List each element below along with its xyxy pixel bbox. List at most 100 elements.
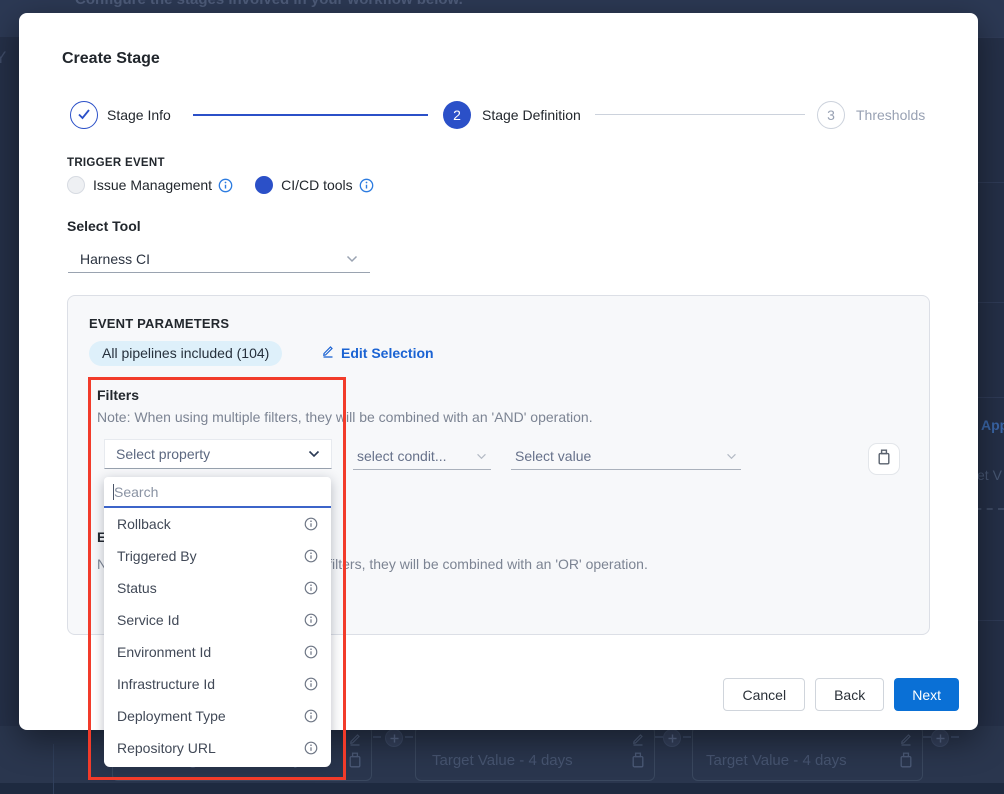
filter-value-select[interactable]: Select value xyxy=(511,443,741,470)
tool-select[interactable]: Harness CI xyxy=(68,246,370,273)
back-button[interactable]: Back xyxy=(815,678,884,711)
background-stage-card: Target Value - 4 days xyxy=(692,726,923,781)
plus-icon xyxy=(385,729,403,747)
info-icon[interactable] xyxy=(304,709,318,723)
tool-select-value: Harness CI xyxy=(80,251,150,267)
info-icon[interactable] xyxy=(304,581,318,595)
radio-issue-management-label[interactable]: Issue Management xyxy=(93,177,212,193)
chevron-down-icon xyxy=(346,255,358,263)
edit-icon xyxy=(899,732,913,751)
pipelines-included-badge: All pipelines included (104) xyxy=(89,341,282,366)
filter-property-placeholder: Select property xyxy=(116,446,210,462)
dropdown-option-deployment-type[interactable]: Deployment Type xyxy=(104,700,331,732)
background-card-label: Target Value - 4 days xyxy=(706,752,847,769)
select-tool-label: Select Tool xyxy=(67,218,141,234)
info-icon[interactable] xyxy=(304,517,318,531)
background-dash xyxy=(923,736,931,738)
radio-issue-management[interactable] xyxy=(67,176,85,194)
chevron-down-icon xyxy=(308,450,320,458)
info-icon[interactable] xyxy=(359,178,374,193)
step-thresholds-label[interactable]: Thresholds xyxy=(856,107,925,123)
dropdown-search-input[interactable] xyxy=(114,484,322,500)
trash-icon xyxy=(899,752,913,773)
filter-condition-placeholder: select condit... xyxy=(357,448,447,464)
step-stage-info-indicator[interactable] xyxy=(70,101,98,129)
next-button[interactable]: Next xyxy=(894,678,959,711)
check-icon xyxy=(77,107,91,123)
info-icon[interactable] xyxy=(304,613,318,627)
dropdown-option-environment-id[interactable]: Environment Id xyxy=(104,636,331,668)
background-divider xyxy=(978,302,1004,303)
step-stage-info-label[interactable]: Stage Info xyxy=(107,107,171,123)
edit-icon xyxy=(631,732,645,751)
background-bottom-band xyxy=(0,783,1004,794)
dropdown-option-service-id[interactable]: Service Id xyxy=(104,604,331,636)
dropdown-option-label: Rollback xyxy=(117,516,171,532)
dropdown-option-label: Status xyxy=(117,580,157,596)
dropdown-option-rollback[interactable]: Rollback xyxy=(104,508,331,540)
background-divider xyxy=(978,397,1004,398)
dropdown-option-label: Infrastructure Id xyxy=(117,676,215,692)
background-stage-card: Target Value - 4 days xyxy=(415,726,655,781)
dropdown-option-infrastructure-id[interactable]: Infrastructure Id xyxy=(104,668,331,700)
background-subtitle: Configure the stages involved in your wo… xyxy=(75,0,463,8)
trash-icon xyxy=(348,752,362,773)
chevron-down-icon xyxy=(476,453,487,460)
info-icon[interactable] xyxy=(304,645,318,659)
plus-icon xyxy=(931,729,949,747)
stepper-connector-active xyxy=(193,114,428,116)
background-right-text-fragment: et V xyxy=(977,467,1002,483)
background-divider xyxy=(978,37,1004,38)
background-divider xyxy=(978,182,1004,183)
trash-icon xyxy=(631,752,645,773)
modal-footer: Cancel Back Next xyxy=(723,678,959,711)
background-dash xyxy=(683,736,691,738)
cancel-button[interactable]: Cancel xyxy=(723,678,805,711)
background-dash xyxy=(655,736,663,738)
plus-icon xyxy=(663,729,681,747)
background-divider xyxy=(978,620,1004,621)
filter-value-placeholder: Select value xyxy=(515,448,591,464)
event-parameters-title: EVENT PARAMETERS xyxy=(89,316,229,331)
background-right-text-fragment: Appr xyxy=(981,417,1004,433)
step-thresholds-indicator[interactable]: 3 xyxy=(817,101,845,129)
filter-property-select[interactable]: Select property xyxy=(104,439,332,469)
dropdown-option-label: Service Id xyxy=(117,612,179,628)
delete-filter-button[interactable] xyxy=(868,443,900,475)
radio-cicd-tools-label[interactable]: CI/CD tools xyxy=(281,177,353,193)
step-stage-definition-indicator[interactable]: 2 xyxy=(443,101,471,129)
screen: Configure the stages involved in your wo… xyxy=(0,0,1004,794)
info-icon[interactable] xyxy=(304,677,318,691)
info-icon[interactable] xyxy=(304,549,318,563)
background-left-text-fragment: Y xyxy=(0,48,6,68)
trash-icon xyxy=(877,449,891,470)
dropdown-option-label: Environment Id xyxy=(117,644,211,660)
modal-title: Create Stage xyxy=(62,50,160,68)
background-dash xyxy=(373,736,381,738)
radio-cicd-tools[interactable] xyxy=(255,176,273,194)
info-icon[interactable] xyxy=(304,741,318,755)
property-dropdown: Rollback Triggered By Status Service Id … xyxy=(104,477,331,767)
filters-note: Note: When using multiple filters, they … xyxy=(97,409,593,425)
dropdown-option-status[interactable]: Status xyxy=(104,572,331,604)
dropdown-option-label: Triggered By xyxy=(117,548,197,564)
edit-icon xyxy=(321,344,335,361)
trigger-event-label: TRIGGER EVENT xyxy=(67,157,165,169)
background-divider xyxy=(53,744,54,794)
filters-title: Filters xyxy=(97,387,139,403)
background-dash xyxy=(951,736,959,738)
info-icon[interactable] xyxy=(218,178,233,193)
edit-selection-link[interactable]: Edit Selection xyxy=(321,344,434,361)
step-stage-definition-label[interactable]: Stage Definition xyxy=(482,107,581,123)
dropdown-option-label: Deployment Type xyxy=(117,708,226,724)
chevron-down-icon xyxy=(726,453,737,460)
edit-selection-label: Edit Selection xyxy=(341,345,434,361)
background-card-label: Target Value - 4 days xyxy=(432,752,573,769)
dropdown-option-triggered-by[interactable]: Triggered By xyxy=(104,540,331,572)
background-dash xyxy=(405,736,413,738)
dropdown-option-repository-url[interactable]: Repository URL xyxy=(104,732,331,764)
stepper-connector xyxy=(595,114,805,115)
trigger-event-options: Issue Management CI/CD tools xyxy=(67,176,396,194)
dropdown-search[interactable] xyxy=(104,477,331,508)
filter-condition-select[interactable]: select condit... xyxy=(353,443,491,470)
